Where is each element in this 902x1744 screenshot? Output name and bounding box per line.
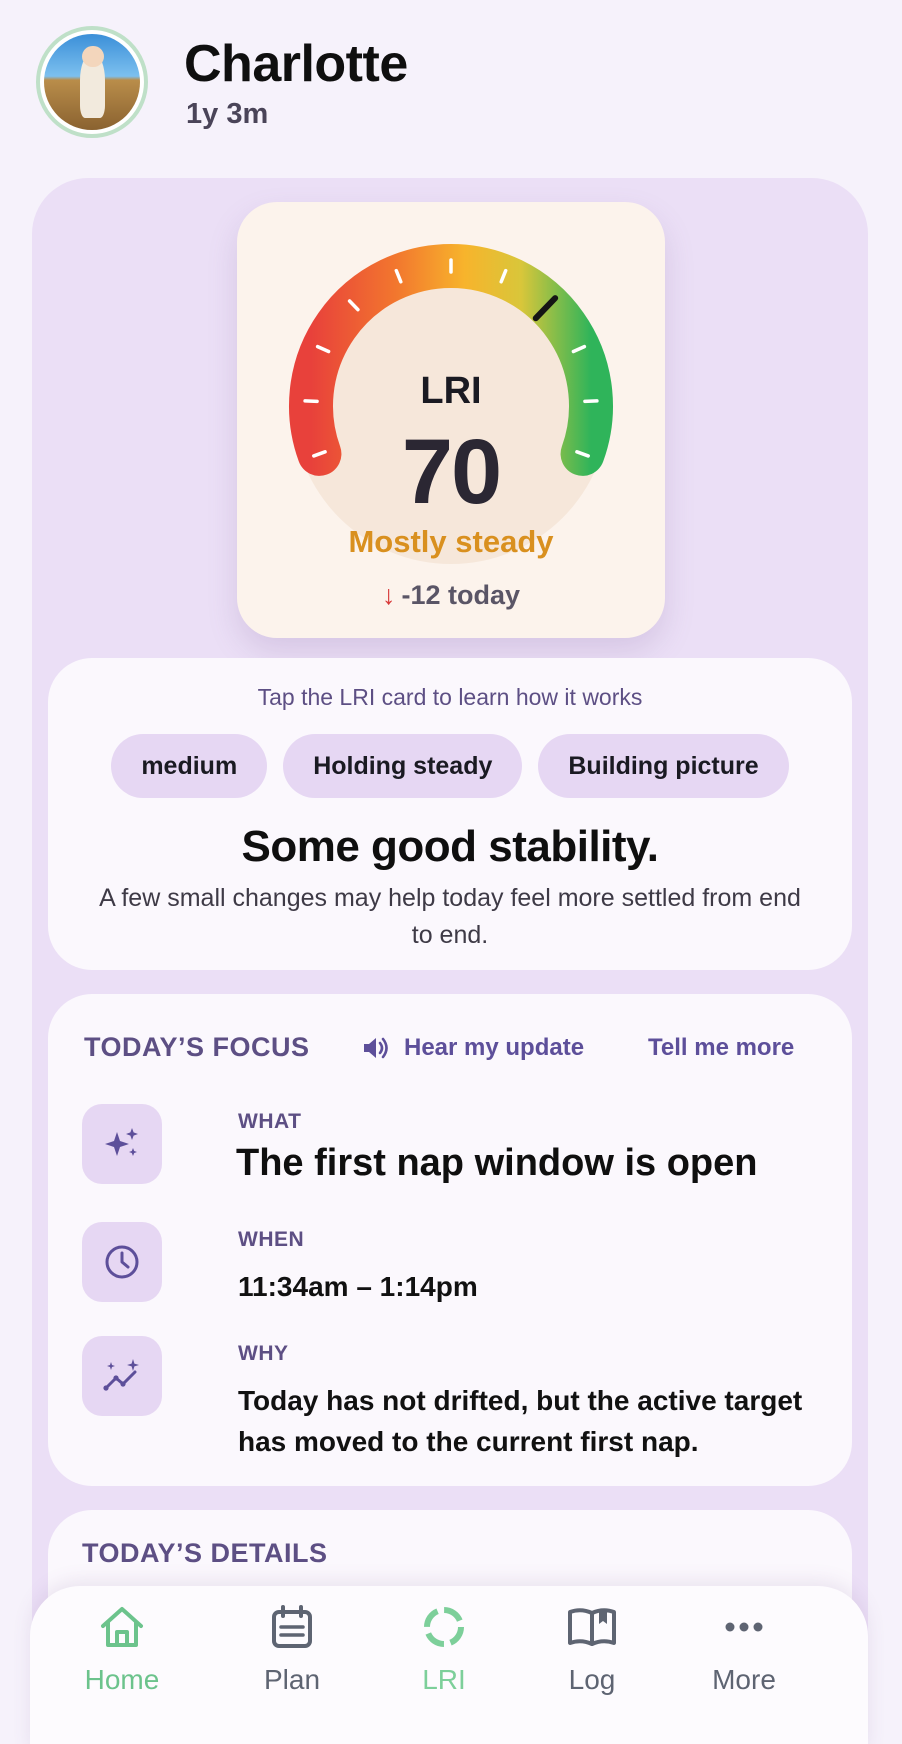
sparkles-icon — [82, 1104, 162, 1184]
lri-status: Mostly steady — [348, 524, 554, 559]
nav-home-label: Home — [84, 1664, 160, 1695]
chip-trend: Holding steady — [283, 734, 523, 798]
summary-card: Tap the LRI card to learn how it works m… — [48, 658, 852, 970]
nav-plan[interactable]: Plan — [222, 1604, 362, 1714]
why-value: Today has not drifted, but the active ta… — [238, 1385, 803, 1457]
focus-why-row: WHY Today has not drifted, but the activ… — [82, 1336, 822, 1466]
arrow-down-icon: ↓ — [381, 580, 396, 610]
chip-level: medium — [111, 734, 268, 798]
clock-icon — [82, 1222, 162, 1302]
when-value: 11:34am – 1:14pm — [238, 1271, 478, 1302]
bottom-nav: Home Plan LRI Log More — [30, 1586, 868, 1744]
ring-icon — [424, 1607, 464, 1647]
speaker-icon — [364, 1037, 388, 1059]
hear-update-button[interactable]: Hear my update — [360, 1028, 584, 1068]
what-value: The first nap window is open — [236, 1142, 758, 1184]
lri-card[interactable]: LRI 70 Mostly steady ↓ -12 today — [237, 202, 665, 638]
lri-hint: Tap the LRI card to learn how it works — [257, 684, 643, 710]
status-chips: medium Holding steady Building picture — [48, 734, 852, 798]
lri-change: ↓ -12 today — [237, 580, 665, 611]
nav-lri[interactable]: LRI — [374, 1604, 514, 1714]
nav-more[interactable]: More — [674, 1604, 814, 1714]
book-icon — [568, 1608, 616, 1646]
when-label: WHEN — [238, 1228, 305, 1251]
nav-log-label: Log — [568, 1664, 616, 1695]
home-icon — [101, 1607, 143, 1647]
calendar-icon — [272, 1605, 312, 1648]
trend-sparkle-icon — [82, 1336, 162, 1416]
details-title: TODAY’S DETAILS — [82, 1538, 328, 1568]
nav-log[interactable]: Log — [522, 1604, 662, 1714]
child-photo — [44, 34, 140, 130]
hear-update-label: Hear my update — [404, 1034, 585, 1061]
child-name: Charlotte — [184, 35, 408, 93]
chip-confidence: Building picture — [538, 734, 789, 798]
what-label: WHAT — [238, 1110, 302, 1133]
why-label: WHY — [238, 1342, 289, 1365]
nav-plan-label: Plan — [263, 1664, 321, 1695]
focus-card: TODAY’S FOCUS Hear my update Tell me mor… — [48, 994, 852, 1486]
lri-score: 70 — [401, 421, 502, 523]
focus-what-row: WHAT The first nap window is open — [82, 1104, 822, 1194]
avatar[interactable] — [36, 26, 148, 138]
focus-title: TODAY’S FOCUS — [84, 1032, 310, 1062]
more-icon — [725, 1622, 763, 1632]
nav-lri-label: LRI — [422, 1664, 466, 1695]
child-age: 1y 3m — [186, 98, 269, 130]
lri-change-text: -12 today — [401, 580, 521, 610]
nav-home[interactable]: Home — [52, 1604, 192, 1714]
nav-more-label: More — [712, 1664, 776, 1695]
tell-me-more-button[interactable]: Tell me more — [648, 1028, 794, 1068]
profile-header: Charlotte 1y 3m — [36, 24, 866, 138]
summary-headline: Some good stability. — [241, 822, 659, 871]
lri-label: LRI — [420, 370, 482, 412]
focus-when-row: WHEN 11:34am – 1:14pm — [82, 1222, 822, 1312]
summary-body: A few small changes may help today feel … — [99, 884, 801, 949]
